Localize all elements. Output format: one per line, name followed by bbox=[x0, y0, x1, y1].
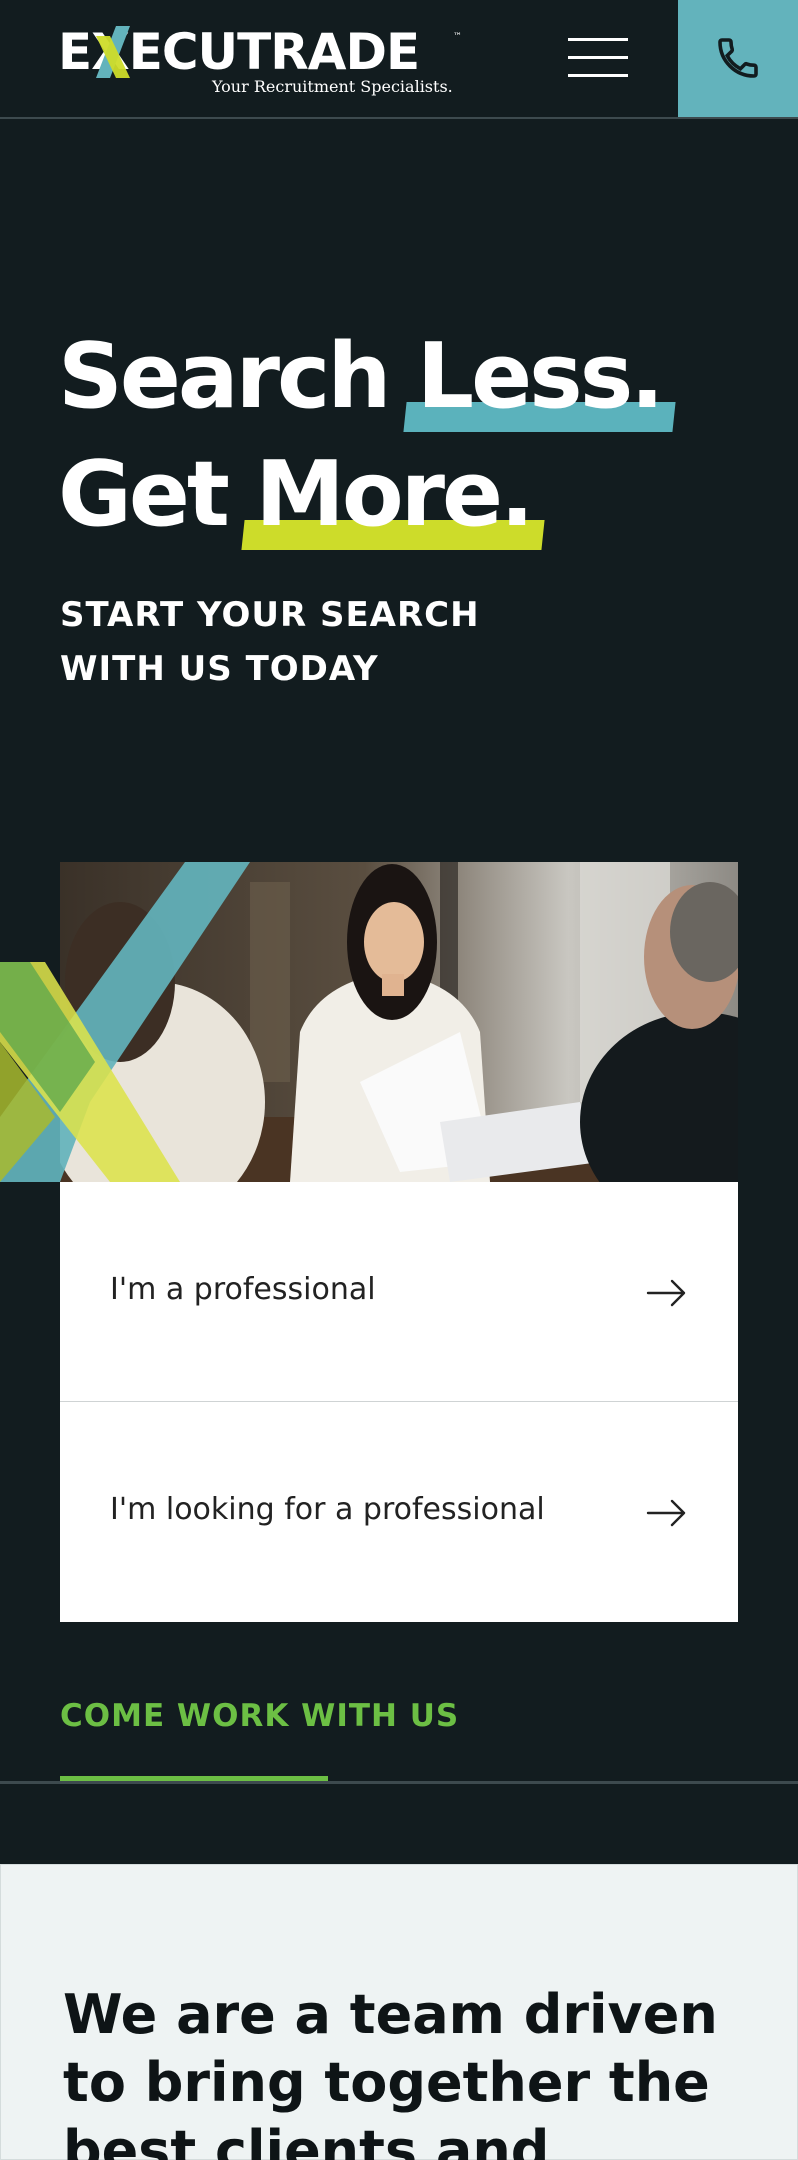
about-heading: We are a team driven to bring together t… bbox=[63, 1983, 718, 2160]
option-cards: I'm a professional I'm looking for a pro… bbox=[60, 1182, 738, 1622]
hero-line-1: Search Less. bbox=[58, 318, 758, 436]
hero-line-2-text: Get bbox=[58, 442, 256, 547]
logo-tagline: Your Recruitment Specialists. bbox=[212, 77, 453, 96]
option-professional-label: I'm a professional bbox=[110, 1272, 376, 1307]
hamburger-menu-icon[interactable] bbox=[560, 34, 632, 84]
option-hiring-label: I'm looking for a professional bbox=[110, 1492, 545, 1527]
hero-subhead: START YOUR SEARCH WITH US TODAY bbox=[60, 595, 480, 689]
phone-button[interactable] bbox=[678, 0, 798, 117]
logo-x-mark-icon bbox=[96, 26, 142, 78]
option-professional[interactable]: I'm a professional bbox=[60, 1182, 738, 1402]
logo-trademark: ™ bbox=[453, 32, 462, 42]
about-section: We are a team driven to bring together t… bbox=[0, 1864, 798, 2160]
hero-line-2: Get More. bbox=[58, 436, 758, 554]
hero-line-1-text: Search bbox=[58, 324, 417, 429]
come-work-with-us-link[interactable]: COME WORK WITH US bbox=[60, 1698, 459, 1734]
phone-icon bbox=[718, 38, 758, 78]
section-divider bbox=[0, 1781, 798, 1784]
hero-highlight-more-text: More. bbox=[255, 442, 534, 547]
hero-highlight-more: More. bbox=[241, 436, 545, 554]
hero-highlight-less: Less. bbox=[403, 318, 676, 436]
site-header: EXECUTRADE ™ Your Recruitment Specialist… bbox=[0, 0, 798, 119]
brand-x-graphic bbox=[0, 862, 250, 1182]
arrow-right-icon bbox=[646, 1499, 686, 1527]
hero-title: Search Less. Get More. bbox=[58, 318, 758, 554]
executrade-logo[interactable]: EXECUTRADE ™ Your Recruitment Specialist… bbox=[58, 18, 468, 100]
hero-highlight-less-text: Less. bbox=[416, 324, 665, 429]
option-hiring[interactable]: I'm looking for a professional bbox=[60, 1402, 738, 1622]
arrow-right-icon bbox=[646, 1279, 686, 1307]
